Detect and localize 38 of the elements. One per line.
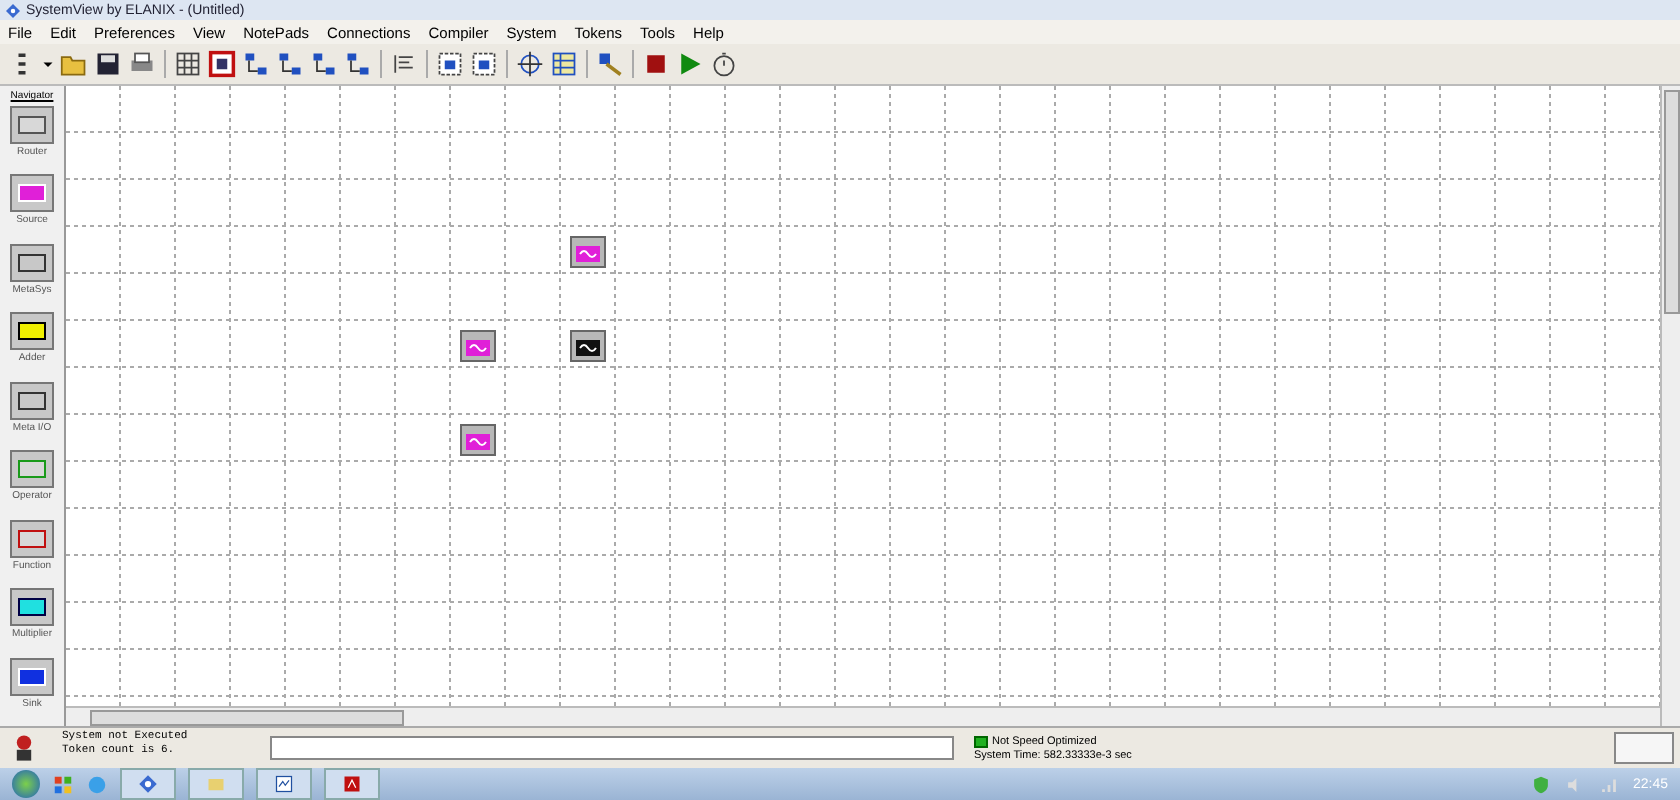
- taskbar-button[interactable]: [324, 768, 380, 800]
- play-icon[interactable]: [676, 50, 704, 78]
- box-icon[interactable]: [208, 50, 236, 78]
- vertical-scrollbar[interactable]: [1660, 86, 1680, 726]
- connect-icon[interactable]: [344, 50, 372, 78]
- pdf-icon: [342, 774, 362, 794]
- grid-icon[interactable]: [174, 50, 202, 78]
- table-icon[interactable]: [550, 50, 578, 78]
- tiles-icon[interactable]: [52, 773, 74, 795]
- folder-icon: [206, 774, 226, 794]
- library-button[interactable]: [10, 243, 54, 282]
- library-button[interactable]: [10, 588, 54, 627]
- window-icon[interactable]: [436, 50, 464, 78]
- window-icon[interactable]: [470, 50, 498, 78]
- start-button[interactable]: [12, 770, 40, 798]
- save-icon[interactable]: [94, 50, 122, 78]
- stop-icon[interactable]: [642, 50, 670, 78]
- connect-icon[interactable]: [242, 50, 270, 78]
- app-icon: [6, 3, 20, 17]
- align-icon[interactable]: [390, 50, 418, 78]
- horizontal-scrollbar[interactable]: [66, 706, 1660, 726]
- status-indicator-icon: [974, 735, 988, 747]
- folder-icon[interactable]: [60, 50, 88, 78]
- app-icon: [138, 774, 158, 794]
- library-button[interactable]: [10, 657, 54, 695]
- crosshair-icon[interactable]: [516, 50, 544, 78]
- taskbar-button[interactable]: [120, 768, 176, 800]
- taskbar-button[interactable]: [256, 768, 312, 800]
- library-button[interactable]: [10, 381, 54, 420]
- shield-icon: [1530, 773, 1553, 795]
- connect-icon[interactable]: [276, 50, 304, 78]
- chart-icon: [274, 774, 294, 794]
- probe-icon[interactable]: [596, 50, 624, 78]
- library-button[interactable]: [10, 312, 54, 351]
- token-block[interactable]: [569, 329, 605, 361]
- status-field: [1614, 732, 1674, 764]
- connect-icon[interactable]: [310, 50, 338, 78]
- stopwatch-icon[interactable]: [710, 50, 738, 78]
